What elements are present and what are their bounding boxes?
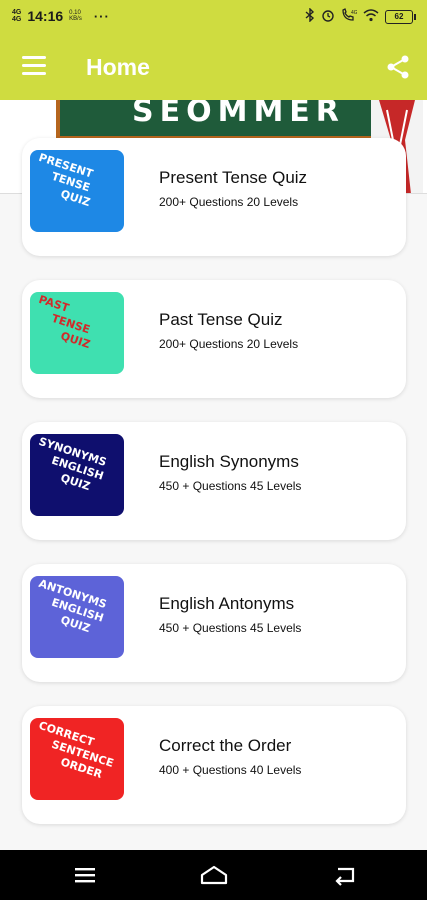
chalkboard: SEOMMER — [56, 100, 378, 140]
quiz-card-synonyms[interactable]: Synonyms English Quiz English Synonyms 4… — [22, 422, 406, 540]
quiz-thumbnail: Synonyms English Quiz — [30, 434, 124, 516]
quiz-title: Present Tense Quiz — [159, 168, 308, 187]
net-speed: 0.10 KB/s — [69, 10, 82, 22]
clock: 14:16 — [27, 8, 64, 24]
app-bar: Home — [0, 34, 427, 100]
thumbnail-text: Present Tense Quiz — [37, 150, 95, 210]
quiz-thumbnail: Correct Sentence Order — [30, 718, 124, 800]
thumbnail-text: Correct Sentence Order — [37, 718, 116, 781]
more-notifications-icon: ··· — [93, 8, 110, 24]
share-icon[interactable] — [385, 54, 411, 80]
network-indicators: 4G 4G — [12, 9, 21, 23]
network-label-2: 4G — [12, 16, 22, 23]
page-title: Home — [86, 54, 150, 80]
quiz-subtitle: 200+ Questions 20 Levels — [159, 195, 299, 209]
wifi-icon — [363, 8, 379, 25]
back-icon[interactable] — [332, 864, 358, 886]
quiz-card-past-tense[interactable]: Past Tense Quiz Past Tense Quiz 200+ Que… — [22, 280, 406, 398]
network-label-1: 4G — [12, 9, 22, 16]
net-speed-unit: KB/s — [69, 16, 82, 22]
quiz-subtitle: 400 + Questions 40 Levels — [159, 763, 302, 777]
thumbnail-text: Synonyms English Quiz — [37, 434, 109, 494]
quiz-subtitle: 450 + Questions 45 Levels — [159, 621, 302, 635]
quiz-title: English Synonyms — [159, 452, 299, 471]
quiz-thumbnail: Present Tense Quiz — [30, 150, 124, 232]
battery-level: 62 — [394, 11, 404, 21]
bluetooth-icon — [305, 7, 315, 25]
quiz-card-present-tense[interactable]: Present Tense Quiz Present Tense Quiz 20… — [22, 138, 406, 256]
banner-board-text: SEOMMER — [132, 100, 345, 129]
quiz-card-correct-order[interactable]: Correct Sentence Order Correct the Order… — [22, 706, 406, 824]
menu-icon[interactable] — [22, 56, 46, 76]
thumbnail-text: Past Tense Quiz — [37, 292, 92, 352]
quiz-subtitle: 200+ Questions 20 Levels — [159, 337, 299, 351]
quiz-title: English Antonyms — [159, 594, 295, 613]
status-bar: 4G 4G 14:16 0.10 KB/s ··· 4G 62 — [0, 0, 427, 34]
volte-call-icon: 4G — [341, 8, 358, 25]
quiz-subtitle: 450 + Questions 45 Levels — [159, 479, 302, 493]
status-right: 4G 62 — [305, 7, 416, 25]
battery-icon: 62 — [385, 9, 416, 24]
home-icon[interactable] — [199, 864, 229, 886]
alarm-icon — [321, 8, 335, 25]
status-left: 4G 4G 14:16 0.10 KB/s ··· — [12, 8, 110, 24]
quiz-card-antonyms[interactable]: Antonyms English Quiz English Antonyms 4… — [22, 564, 406, 682]
quiz-thumbnail: Antonyms English Quiz — [30, 576, 124, 658]
quiz-title: Past Tense Quiz — [159, 310, 283, 329]
system-nav-bar — [0, 850, 427, 900]
thumbnail-text: Antonyms English Quiz — [37, 576, 109, 636]
quiz-title: Correct the Order — [159, 736, 292, 755]
quiz-thumbnail: Past Tense Quiz — [30, 292, 124, 374]
recents-icon[interactable] — [72, 864, 98, 886]
svg-text:4G: 4G — [351, 10, 357, 16]
